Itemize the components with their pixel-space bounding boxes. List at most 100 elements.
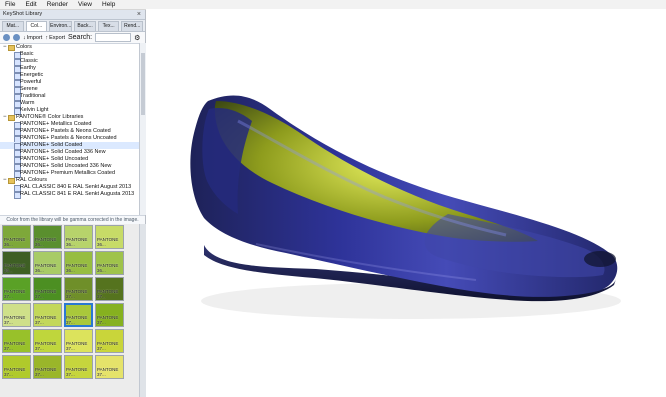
color-swatch[interactable]: PANTONE 36... — [64, 225, 93, 249]
menu-help[interactable]: Help — [97, 0, 120, 9]
tree-item-label: PANTONE+ Pastels & Neons Uncoated — [20, 135, 117, 141]
color-swatch[interactable]: PANTONE 37... — [64, 277, 93, 301]
tree-item[interactable]: Traditional — [0, 93, 139, 101]
tree-item-label: RAL CLASSIC 840 E RAL Senkt August 2013 — [20, 184, 132, 190]
swatch-scrollbar[interactable] — [139, 224, 146, 397]
color-swatch[interactable]: PANTONE 37... — [2, 303, 31, 327]
color-swatch[interactable]: PANTONE 37... — [95, 329, 124, 353]
color-swatch[interactable]: PANTONE 37... — [2, 277, 31, 301]
tab-renderings[interactable]: Rend... — [121, 21, 144, 31]
swatch-label: PANTONE 36... — [97, 237, 119, 247]
menu-file[interactable]: File — [0, 0, 20, 9]
color-swatch[interactable]: PANTONE 36... — [33, 251, 62, 275]
tree-item[interactable]: Kelvin Light — [0, 107, 139, 115]
search-input[interactable] — [95, 33, 132, 42]
tree-item[interactable]: Warm — [0, 100, 139, 108]
tree-folder[interactable]: − RAL Colours — [0, 177, 139, 184]
tree-folder[interactable]: − PANTONE® Color Libraries — [0, 114, 139, 121]
swatch-label: PANTONE 36... — [35, 263, 57, 273]
tree-item[interactable]: Basic — [0, 51, 139, 59]
export-button[interactable]: ↑ Export — [45, 35, 65, 41]
color-swatch[interactable]: PANTONE 37... — [33, 329, 62, 353]
tree-item[interactable]: PANTONE+ Pastels & Neons Coated — [0, 128, 139, 136]
color-swatch[interactable]: PANTONE 37... — [95, 303, 124, 327]
color-swatch[interactable]: PANTONE 36... — [95, 251, 124, 275]
close-icon[interactable]: × — [137, 10, 141, 19]
tree-item-label: RAL Colours — [16, 177, 47, 183]
folder-icon[interactable] — [13, 34, 20, 41]
color-swatch[interactable]: PANTONE 37... — [33, 277, 62, 301]
menu-render[interactable]: Render — [42, 0, 73, 9]
swatch-label: PANTONE 37... — [4, 367, 26, 377]
tree-item[interactable]: PANTONE+ Solid Coated — [0, 142, 139, 150]
color-swatch[interactable]: PANTONE 37... — [95, 277, 124, 301]
panel-title: KeyShot Library — [3, 11, 43, 17]
tree-item[interactable]: PANTONE+ Premium Metallics Coated — [0, 170, 139, 178]
swatch-label: PANTONE 36... — [66, 237, 88, 247]
color-swatch[interactable]: PANTONE 37... — [95, 355, 124, 379]
import-label: Import — [26, 34, 43, 41]
tree-item-label: PANTONE+ Metallics Coated — [20, 121, 92, 127]
library-panel: KeyShot Library × Mat... Col... Environ.… — [0, 10, 146, 397]
tab-backplates[interactable]: Back... — [74, 21, 96, 31]
swatch-label: PANTONE 37... — [35, 315, 57, 325]
color-swatch[interactable]: PANTONE 37... — [64, 329, 93, 353]
tree-item-label: PANTONE+ Premium Metallics Coated — [20, 170, 116, 176]
tree-item[interactable]: PANTONE+ Solid Uncoated — [0, 156, 139, 164]
gear-icon[interactable]: ⚙ — [134, 34, 140, 42]
tree-item[interactable]: PANTONE+ Solid Uncoated 336 New — [0, 163, 139, 171]
tree-item[interactable]: Earthy — [0, 65, 139, 73]
tree-item[interactable]: RAL CLASSIC 841 E RAL Senkt Augusta 2013 — [0, 191, 139, 199]
tree-item-label: Kelvin Light — [20, 107, 49, 113]
color-swatch[interactable]: PANTONE 37... — [33, 303, 62, 327]
tree-item-label: Energetic — [20, 72, 44, 78]
tree-item[interactable]: Serene — [0, 86, 139, 94]
menu-edit[interactable]: Edit — [20, 0, 41, 9]
tree-item-label: Warm — [20, 100, 35, 106]
import-button[interactable]: ↓ Import — [23, 35, 42, 41]
color-swatch[interactable]: PANTONE 37... — [2, 355, 31, 379]
expand-icon[interactable]: − — [3, 114, 7, 121]
expand-icon[interactable]: − — [3, 44, 7, 51]
color-swatch[interactable]: PANTONE 37... — [2, 329, 31, 353]
tree-item-label: PANTONE+ Solid Coated 336 New — [20, 149, 106, 155]
tree-item-label: Traditional — [20, 93, 46, 99]
tree-item[interactable]: RAL CLASSIC 840 E RAL Senkt August 2013 — [0, 184, 139, 192]
swatch-label: PANTONE 37... — [97, 341, 119, 351]
color-swatch[interactable]: PANTONE 36... — [95, 225, 124, 249]
color-swatch[interactable]: PANTONE 36... — [64, 251, 93, 275]
color-swatch[interactable]: PANTONE 36... — [33, 225, 62, 249]
tab-textures[interactable]: Tex... — [97, 21, 120, 31]
refresh-icon[interactable] — [3, 34, 10, 41]
tree-item-label: RAL CLASSIC 841 E RAL Senkt Augusta 2013 — [20, 191, 135, 197]
tree-scrollbar[interactable] — [139, 43, 146, 215]
tree-item[interactable]: Classic — [0, 58, 139, 66]
swatch-label: PANTONE 37... — [35, 341, 57, 351]
menu-view[interactable]: View — [73, 0, 97, 9]
tree-scrollbar-thumb[interactable] — [141, 53, 145, 115]
library-tabs: Mat... Col... Environ... Back... Tex... … — [0, 20, 145, 32]
tab-materials[interactable]: Mat... — [2, 21, 24, 31]
tree-item[interactable]: PANTONE+ Solid Coated 336 New — [0, 149, 139, 157]
color-swatch[interactable]: PANTONE 37... — [33, 355, 62, 379]
library-tree[interactable]: − Colors Basic Classic Earthy Energetic Powerf… — [0, 43, 139, 216]
tree-item-label: Basic — [20, 51, 34, 57]
swatch-label: PANTONE 37... — [66, 341, 88, 351]
tree-item[interactable]: Powerful — [0, 79, 139, 87]
tree-item-label: PANTONE+ Solid Uncoated — [20, 156, 89, 162]
color-swatch[interactable]: PANTONE 36... — [2, 251, 31, 275]
tab-colors[interactable]: Col... — [25, 21, 48, 31]
tree-folder[interactable]: − Colors — [0, 44, 139, 51]
swatch-label: PANTONE 37... — [35, 367, 57, 377]
tree-item[interactable]: PANTONE+ Metallics Coated — [0, 121, 139, 129]
tree-item[interactable]: Energetic — [0, 72, 139, 80]
color-swatch[interactable]: PANTONE 37... — [64, 355, 93, 379]
expand-icon[interactable]: − — [3, 177, 7, 184]
tree-item[interactable]: PANTONE+ Pastels & Neons Uncoated — [0, 135, 139, 143]
swatch-label: PANTONE 37... — [97, 315, 119, 325]
color-swatch[interactable]: PANTONE 37... — [64, 303, 93, 327]
render-viewport[interactable] — [146, 9, 666, 387]
tab-environments[interactable]: Environ... — [49, 21, 73, 31]
color-swatch[interactable]: PANTONE 36... — [2, 225, 31, 249]
tree-item-label: PANTONE® Color Libraries — [16, 114, 84, 120]
